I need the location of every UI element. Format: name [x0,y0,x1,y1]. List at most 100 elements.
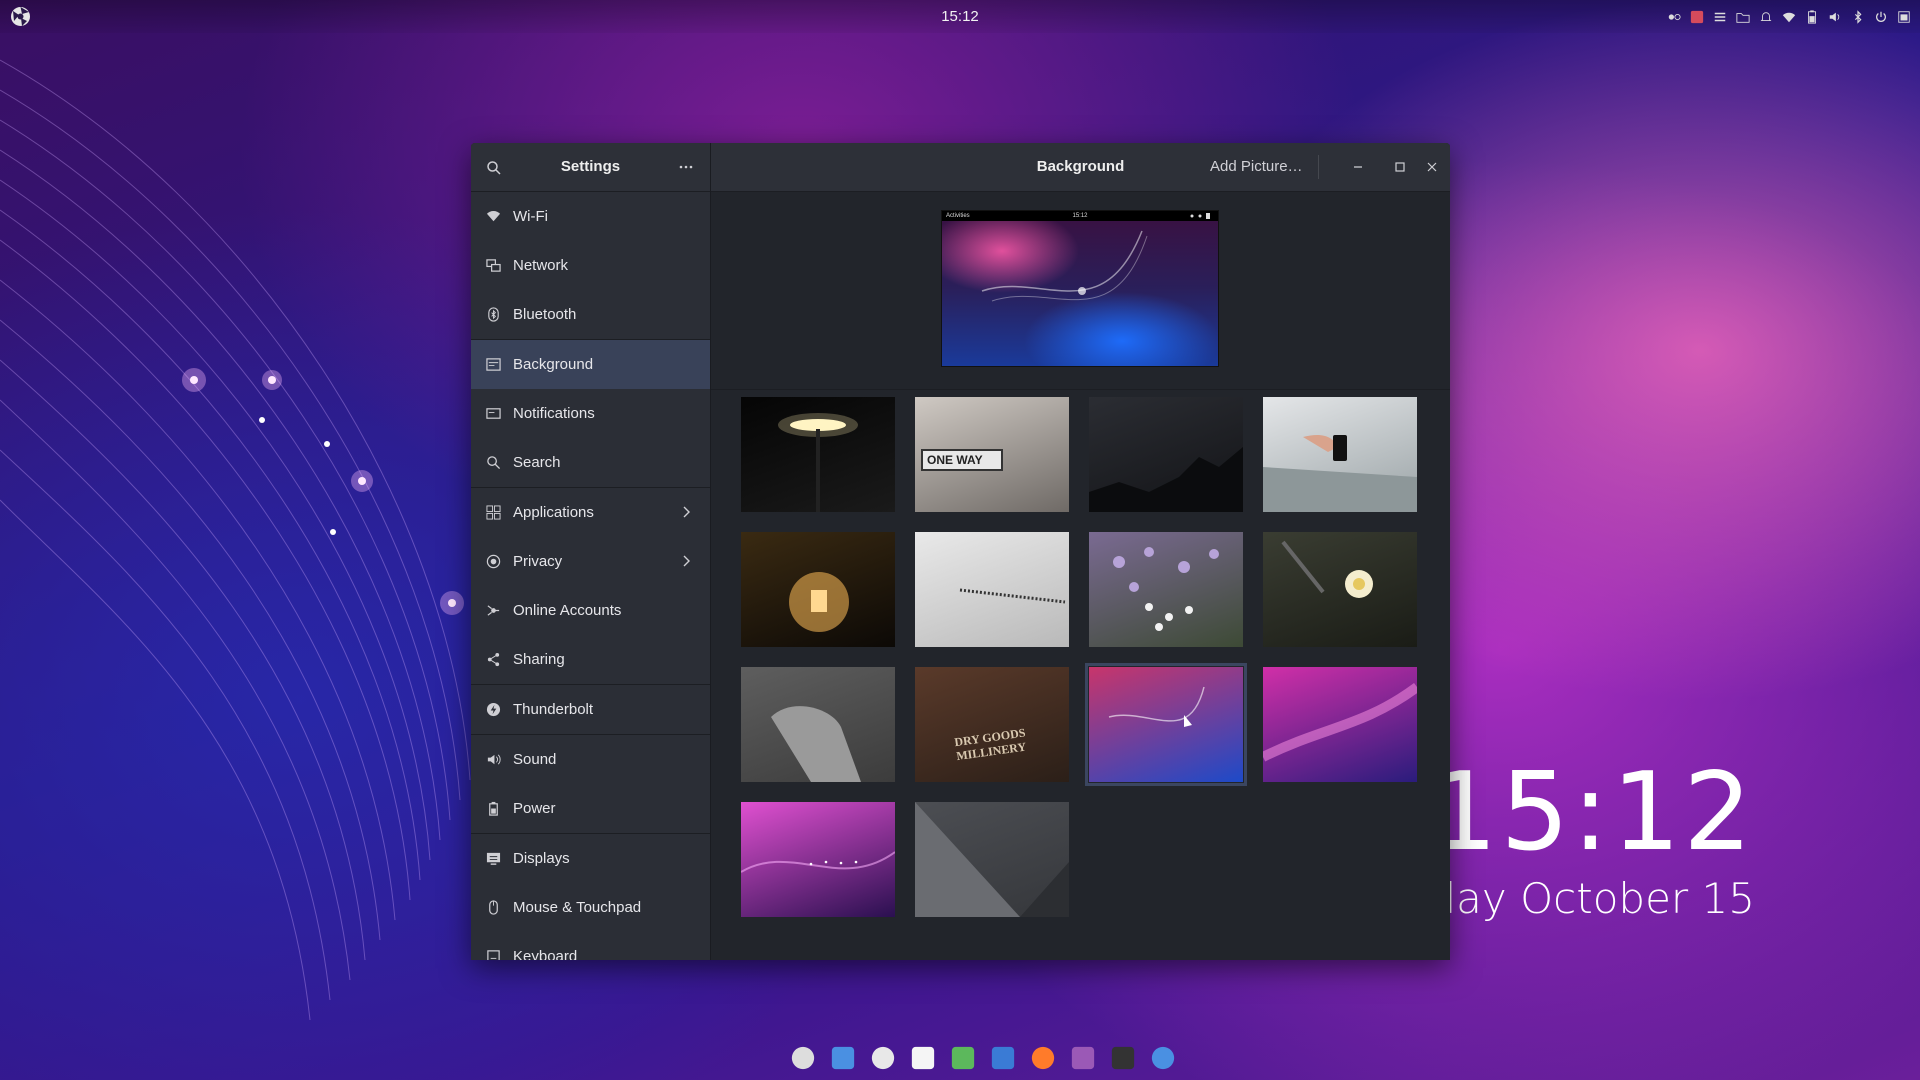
dock [787,1040,1179,1076]
camera-icon[interactable] [867,1042,899,1074]
close-button[interactable] [1422,157,1442,177]
wallpaper-thumbnail-one-way-sign[interactable]: ONE WAY [915,397,1069,512]
panel-clock[interactable]: 15:12 [0,8,1920,25]
wifi-icon[interactable] [1781,9,1797,25]
preview-swirl [981,230,1148,302]
sidebar-header: Settings [471,143,710,192]
mouse-icon [485,900,501,916]
sidebar-item-label: Notifications [513,405,595,422]
sidebar-item-displays[interactable]: Displays [471,833,710,883]
wallpaper-thumbnail-grey-geometric[interactable] [915,802,1069,917]
sidebar-item-label: Online Accounts [513,602,622,619]
wallpaper-thumbnail-snow-field[interactable] [915,532,1069,647]
desktop-clock-time: 15:12 [1428,750,1755,875]
sharing-icon [485,652,501,668]
sidebar-item-network[interactable]: Network [471,241,710,290]
folder-icon[interactable] [1735,9,1751,25]
online-accounts-icon [485,603,501,619]
sidebar-item-label: Wi-Fi [513,208,548,225]
sidebar-item-label: Keyboard [513,948,578,960]
background-icon [485,357,501,373]
sidebar-item-label: Background [513,356,594,373]
files-icon[interactable] [987,1042,1019,1074]
sidebar-item-label: Thunderbolt [513,701,594,718]
bell-icon[interactable] [1758,9,1774,25]
system-logo-icon[interactable] [787,1042,819,1074]
sidebar-item-notifications[interactable]: Notifications [471,389,710,438]
sidebar-item-label: Sound [513,751,557,768]
sound-icon [485,752,501,768]
sidebar-item-privacy[interactable]: Privacy [471,537,710,586]
page-title: Background [1036,158,1125,175]
sidebar-item-label: Power [513,800,556,817]
terminal-icon[interactable] [1107,1042,1139,1074]
sidebar-item-label: Applications [513,504,594,521]
current-background-preview: Activities 15:12 [941,210,1219,367]
wallpaper-thumbnail-white-rose[interactable] [1263,532,1417,647]
wallpaper-thumbnail-street-lamp-night[interactable] [741,397,895,512]
header-separator [1318,155,1319,179]
sidebar-item-label: Displays [513,850,570,867]
chevron-right-icon [682,505,692,519]
sidebar-item-keyboard[interactable]: Keyboard [471,932,710,960]
wallpaper-thumbnail-brick-wall-lightbulb[interactable]: DRY GOODS MILLINERY [915,667,1069,782]
spreadsheet-icon[interactable] [947,1042,979,1074]
text-editor-icon[interactable] [907,1042,939,1074]
wallpaper-thumbnail-purple-flowers[interactable] [1089,532,1243,647]
wallpaper-thumbnail-person-with-lantern[interactable] [741,532,895,647]
sidebar-item-label: Search [513,454,561,471]
sidebar-item-applications[interactable]: Applications [471,487,710,537]
sidebar-item-search[interactable]: Search [471,438,710,487]
screen-icon[interactable] [1689,9,1705,25]
sidebar-item-thunderbolt[interactable]: Thunderbolt [471,684,710,734]
applications-icon [485,505,501,521]
system-menu-icon[interactable] [10,6,31,27]
minimize-icon[interactable] [1216,157,1236,177]
sidebar-item-label: Network [513,257,569,274]
current-background-preview-area: Activities 15:12 [711,192,1450,390]
sidebar-item-bluetooth[interactable]: Bluetooth [471,290,710,339]
settings-nav-list: Wi-Fi Network Bluetooth Background Notificat… [471,192,710,960]
wallpaper-thumbnail-violet-wave[interactable] [741,802,895,917]
volume-icon[interactable] [1827,9,1843,25]
sidebar-item-sound[interactable]: Sound [471,734,710,784]
sidebar-item-label: Sharing [513,651,565,668]
sidebar-item-sharing[interactable]: Sharing [471,635,710,684]
wallpaper-thumbnail-hand-holding-phone[interactable] [1263,397,1417,512]
more-options-icon[interactable] [676,157,696,177]
bluetooth-icon[interactable] [1850,9,1866,25]
bluetooth-icon [485,307,501,323]
thunderbolt-icon [485,702,501,718]
settings-sidebar: Settings Wi-Fi Network Bluetooth Background… [471,143,711,960]
window-icon[interactable] [1896,9,1912,25]
sidebar-item-mouse-touchpad[interactable]: Mouse & Touchpad [471,883,710,932]
notifications-icon [485,406,501,422]
settings-window: Settings Wi-Fi Network Bluetooth Background… [471,143,1450,960]
sidebar-item-online-accounts[interactable]: Online Accounts [471,586,710,635]
sidebar-item-power[interactable]: Power [471,784,710,833]
search-icon [485,455,501,471]
network-icon [485,258,501,274]
mail-icon[interactable] [827,1042,859,1074]
wallpaper-thumbnail-starry-night-trees[interactable] [1089,397,1243,512]
podcast-icon[interactable] [1067,1042,1099,1074]
wifi-icon [485,209,501,225]
wallpaper-thumbnail-blue-purple-swirl[interactable] [1085,663,1247,786]
sidebar-item-label: Privacy [513,553,563,570]
firefox-icon[interactable] [1027,1042,1059,1074]
menu-icon[interactable] [1712,9,1728,25]
desktop-clock-date: day October 15 [1429,874,1755,923]
power-icon[interactable] [1873,9,1889,25]
sidebar-item-background[interactable]: Background [471,339,710,389]
battery-icon[interactable] [1804,9,1820,25]
minimize-button[interactable] [1348,157,1368,177]
power-icon [485,801,501,817]
main-header: Background Add Picture… [711,143,1450,192]
toggle-icon[interactable] [1147,1042,1179,1074]
displays-icon [485,851,501,867]
sidebar-item-wi-fi[interactable]: Wi-Fi [471,192,710,241]
record-icon[interactable] [1666,9,1682,25]
wallpaper-thumbnail-grey-dog[interactable] [741,667,895,782]
wallpaper-thumbnail-purple-aurora[interactable] [1263,667,1417,782]
maximize-button[interactable] [1390,157,1410,177]
